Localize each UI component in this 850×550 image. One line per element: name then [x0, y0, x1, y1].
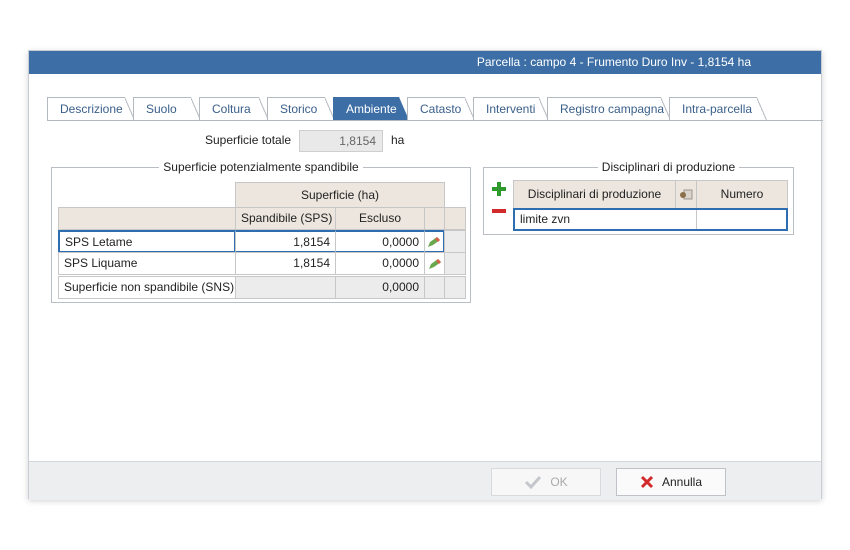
scroll-gutter [444, 276, 466, 299]
table-row-label[interactable]: Superficie non spandibile (SNS) [58, 276, 236, 299]
sps-value[interactable]: 1,8154 [235, 230, 336, 253]
edit-cell[interactable] [424, 230, 445, 253]
surface-total-field: 1,8154 [299, 130, 383, 152]
excluded-value[interactable]: 0,0000 [335, 230, 425, 253]
scroll-gutter [444, 252, 466, 275]
disciplinari-column-header[interactable]: Disciplinari di produzione [513, 180, 676, 209]
disciplinari-group-title: Disciplinari di produzione [597, 160, 740, 174]
ok-button[interactable]: OK [491, 468, 601, 496]
scroll-column-header [444, 207, 466, 230]
ok-label: OK [550, 475, 568, 489]
edit-cell [424, 276, 445, 299]
tab-ambiente[interactable]: Ambiente [333, 97, 409, 120]
edit-column-header [424, 207, 445, 230]
tab-coltura[interactable]: Coltura [199, 97, 269, 120]
dialog-footer: OK Annulla [29, 461, 821, 500]
table-row-label[interactable]: SPS Liquame [58, 252, 236, 275]
disciplinari-row-value[interactable]: limite zvn [520, 212, 570, 226]
check-icon [525, 475, 542, 490]
edit-cell[interactable] [424, 252, 445, 275]
add-icon[interactable] [492, 182, 506, 196]
cell-divider [696, 210, 697, 229]
surface-total-label: Superficie totale [205, 133, 292, 147]
disciplinari-row[interactable]: limite zvn [513, 208, 788, 231]
close-icon [640, 475, 654, 489]
scroll-gutter [444, 230, 466, 253]
surface-header: Superficie (ha) [235, 182, 445, 208]
sps-group-title: Superficie potenzialmente spandibile [159, 160, 363, 174]
tab-suolo[interactable]: Suolo [133, 97, 201, 120]
lookup-column-header[interactable] [675, 180, 697, 209]
parcel-dialog: Parcella : campo 4 - Frumento Duro Inv -… [28, 50, 823, 500]
table-row-label[interactable]: SPS Letame [58, 230, 236, 253]
search-doc-icon[interactable] [679, 189, 693, 200]
tab-catasto[interactable]: Catasto [407, 97, 475, 120]
cancel-button[interactable]: Annulla [616, 468, 726, 496]
sps-value [235, 276, 336, 299]
sps-group: Superficie potenzialmente spandibile Sup… [51, 160, 471, 303]
remove-icon[interactable] [492, 208, 506, 214]
tab-interventi[interactable]: Interventi [473, 97, 549, 120]
edit-pencil-icon[interactable] [427, 236, 441, 248]
window-title: Parcella : campo 4 - Frumento Duro Inv -… [29, 51, 821, 74]
cancel-label: Annulla [661, 475, 703, 489]
excluded-value: 0,0000 [335, 276, 425, 299]
tab-bar: Descrizione Suolo Coltura Storico Ambien… [47, 97, 823, 121]
excluded-column-header[interactable]: Escluso [335, 207, 425, 230]
disciplinari-group: Disciplinari di produzione Disciplinari … [483, 160, 794, 235]
tab-descrizione[interactable]: Descrizione [47, 97, 135, 120]
tab-registro-campagna[interactable]: Registro campagna [547, 97, 671, 120]
tab-divider [47, 120, 823, 121]
tab-intra-parcella[interactable]: Intra-parcella [669, 97, 767, 120]
surface-unit: ha [391, 133, 405, 147]
label-column-header [58, 207, 236, 230]
excluded-value[interactable]: 0,0000 [335, 252, 425, 275]
tab-storico[interactable]: Storico [267, 97, 335, 120]
sps-column-header[interactable]: Spandibile (SPS) [235, 207, 336, 230]
sps-value[interactable]: 1,8154 [235, 252, 336, 275]
edit-pencil-icon[interactable] [428, 258, 442, 270]
numero-column-header[interactable]: Numero [696, 180, 788, 209]
